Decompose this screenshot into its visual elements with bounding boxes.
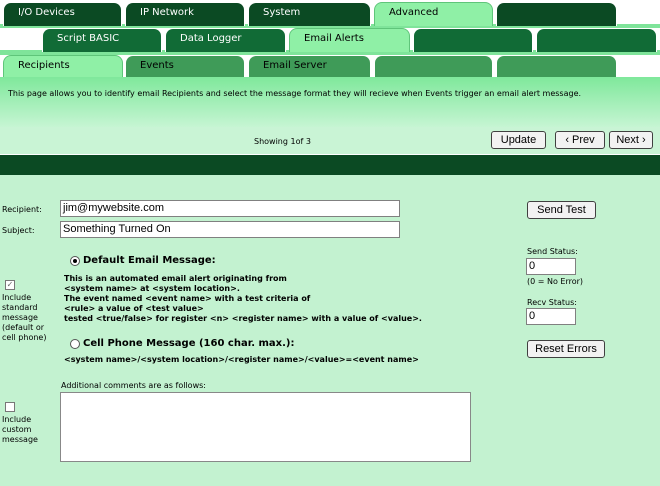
include-standard-checkbox[interactable]: ✓: [5, 280, 15, 290]
tab-empty-4: [374, 55, 493, 78]
tab-empty-3: [536, 28, 657, 52]
include-standard-label: Include standard message (default or cel…: [2, 293, 47, 342]
record-navigation: Showing 1of 3 Update ‹ Prev Next ›: [0, 127, 660, 154]
default-email-text: This is an automated email alert origina…: [64, 274, 422, 323]
recv-status-label: Recv Status:: [527, 298, 577, 307]
recipient-form: Recipient: jim@mywebsite.com Subject: So…: [0, 175, 660, 486]
tab-recipients[interactable]: Recipients: [3, 55, 123, 78]
reset-errors-button[interactable]: Reset Errors: [527, 340, 605, 358]
additional-comments-label: Additional comments are as follows:: [61, 381, 206, 390]
tab-empty-1: [496, 2, 617, 26]
tab-data-logger[interactable]: Data Logger: [165, 28, 286, 52]
main-tab-row: I/O Devices IP Network System Advanced: [0, 2, 660, 26]
cell-phone-heading: Cell Phone Message (160 char. max.):: [83, 338, 295, 349]
cell-phone-radio[interactable]: [70, 339, 80, 349]
send-status-field: 0: [526, 258, 576, 275]
sub-sub-tab-row: Recipients Events Email Server: [0, 55, 660, 78]
cell-phone-text: <system name>/<system location>/<registe…: [64, 355, 419, 364]
include-custom-label: Include custom message: [2, 415, 38, 444]
default-email-heading: Default Email Message:: [83, 255, 216, 266]
sub-tab-row: Script BASIC Data Logger Email Alerts: [0, 28, 660, 52]
send-test-button[interactable]: Send Test: [527, 201, 596, 219]
prev-button[interactable]: ‹ Prev: [555, 131, 605, 149]
section-divider: [0, 155, 660, 175]
send-status-label: Send Status:: [527, 247, 578, 256]
update-button[interactable]: Update: [491, 131, 546, 149]
next-button[interactable]: Next ›: [609, 131, 653, 149]
subject-input[interactable]: Something Turned On: [60, 221, 400, 238]
no-error-note: (0 = No Error): [527, 277, 584, 286]
tab-ip-network[interactable]: IP Network: [125, 2, 245, 26]
tab-script-basic[interactable]: Script BASIC: [42, 28, 162, 52]
recv-status-field: 0: [526, 308, 576, 325]
include-custom-checkbox[interactable]: [5, 402, 15, 412]
tab-email-alerts[interactable]: Email Alerts: [289, 28, 410, 52]
recipient-label: Recipient:: [2, 205, 42, 214]
recipient-input[interactable]: jim@mywebsite.com: [60, 200, 400, 217]
tab-empty-2: [413, 28, 533, 52]
tab-events[interactable]: Events: [125, 55, 245, 78]
tab-empty-5: [496, 55, 617, 78]
tab-advanced[interactable]: Advanced: [374, 2, 493, 26]
page-description: This page allows you to identify email R…: [0, 77, 660, 127]
subject-label: Subject:: [2, 226, 35, 235]
default-email-radio[interactable]: [70, 256, 80, 266]
tab-io-devices[interactable]: I/O Devices: [3, 2, 122, 26]
tab-email-server[interactable]: Email Server: [248, 55, 371, 78]
record-counter: Showing 1of 3: [254, 137, 311, 146]
additional-comments-textarea[interactable]: [60, 392, 471, 462]
tab-system[interactable]: System: [248, 2, 371, 26]
